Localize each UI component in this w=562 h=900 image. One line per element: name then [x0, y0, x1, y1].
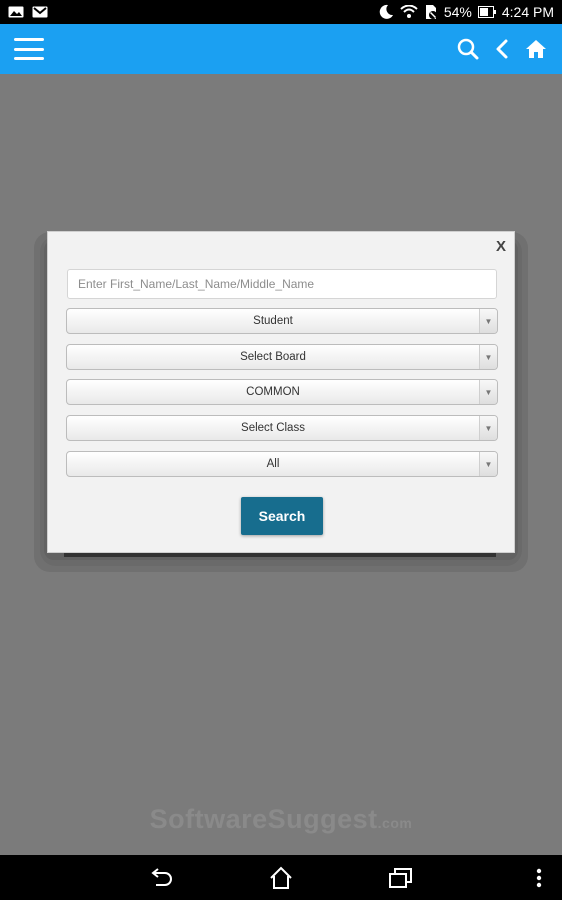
name-search-input[interactable]	[67, 269, 497, 299]
watermark-suffix: .com	[377, 815, 413, 831]
overflow-menu-icon[interactable]	[526, 865, 552, 891]
search-icon[interactable]	[456, 37, 480, 61]
sim-blocked-icon	[424, 4, 438, 20]
watermark-main: SoftwareSuggest	[149, 804, 378, 834]
chevron-down-icon: ▼	[479, 452, 497, 476]
board-select[interactable]: Select Board ▼	[66, 344, 498, 370]
recents-nav-icon[interactable]	[388, 865, 414, 891]
class-select-value: Select Class	[241, 422, 305, 434]
division-select-value: All	[266, 458, 280, 470]
menu-icon[interactable]	[14, 38, 44, 60]
home-icon[interactable]	[524, 37, 548, 61]
home-nav-icon[interactable]	[268, 865, 294, 891]
system-nav-bar	[0, 855, 562, 900]
search-dialog: X Student ▼ Select Board ▼ COMMON ▼ Sele…	[47, 231, 515, 553]
stream-select[interactable]: COMMON ▼	[66, 379, 498, 405]
watermark: SoftwareSuggest.com	[0, 804, 562, 835]
chevron-down-icon: ▼	[479, 380, 497, 404]
moon-icon	[378, 4, 394, 20]
chevron-down-icon: ▼	[479, 416, 497, 440]
image-notification-icon	[8, 6, 24, 18]
board-select-value: Select Board	[240, 351, 306, 363]
chevron-down-icon: ▼	[479, 345, 497, 369]
role-select[interactable]: Student ▼	[66, 308, 498, 334]
class-select[interactable]: Select Class ▼	[66, 415, 498, 441]
close-button[interactable]: X	[496, 238, 506, 255]
battery-icon	[477, 6, 496, 18]
gmail-icon	[32, 6, 48, 18]
status-time: 4:24 PM	[501, 4, 554, 20]
back-icon[interactable]	[490, 37, 514, 61]
division-select[interactable]: All ▼	[66, 451, 498, 477]
app-bar	[0, 24, 562, 74]
back-nav-icon[interactable]	[148, 865, 174, 891]
chevron-down-icon: ▼	[479, 309, 497, 333]
stream-select-value: COMMON	[246, 386, 300, 398]
role-select-value: Student	[253, 315, 293, 327]
search-button[interactable]: Search	[241, 497, 323, 535]
wifi-icon	[400, 5, 418, 19]
status-bar: 54% 4:24 PM	[0, 0, 562, 24]
battery-percent: 54%	[443, 4, 472, 20]
modal-underline	[64, 553, 496, 557]
